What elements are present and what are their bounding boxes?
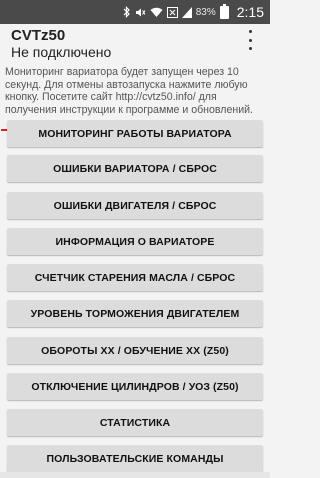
custom-commands-button[interactable]: ПОЛЬЗОВАТЕЛЬСКИЕ КОМАНДЫ: [7, 445, 263, 472]
cvt-info-button[interactable]: ИНФОРМАЦИЯ О ВАРИАТОРЕ: [7, 228, 263, 255]
idle-rpm-button[interactable]: ОБОРОТЫ ХХ / ОБУЧЕНИЕ ХХ (Z50): [7, 337, 263, 364]
network-icon: [166, 6, 178, 18]
signal-icon: [181, 6, 192, 18]
info-text: Мониторинг вариатора будет запущен через…: [5, 66, 253, 116]
app-bar: CVTz50 Не подключено: [0, 24, 270, 65]
cvt-errors-button[interactable]: ОШИБКИ ВАРИАТОРА / СБРОС: [7, 155, 263, 182]
monitoring-button[interactable]: МОНИТОРИНГ РАБОТЫ ВАРИАТОРА: [7, 120, 263, 147]
wifi-icon: [150, 7, 163, 17]
clock: 2:15: [236, 4, 264, 20]
cylinder-shutoff-button[interactable]: ОТКЛЮЧЕНИЕ ЦИЛИНДРОВ / УОЗ (Z50): [7, 373, 263, 400]
statistics-button[interactable]: СТАТИСТИКА: [7, 409, 263, 436]
battery-icon: [219, 3, 229, 19]
bottom-edge: [0, 472, 270, 478]
status-icons: 83% 2:15: [123, 0, 264, 24]
oil-counter-button[interactable]: СЧЕТЧИК СТАРЕНИЯ МАСЛА / СБРОС: [7, 264, 263, 291]
engine-braking-button[interactable]: УРОВЕНЬ ТОРМОЖЕНИЯ ДВИГАТЕЛЕМ: [7, 300, 263, 327]
mute-icon: [135, 8, 146, 16]
engine-errors-button[interactable]: ОШИБКИ ДВИГАТЕЛЯ / СБРОС: [7, 192, 263, 219]
connection-status: Не подключено: [11, 44, 112, 60]
overflow-menu-icon[interactable]: [246, 30, 254, 50]
battery-percent: 83%: [195, 6, 216, 18]
app-title: CVTz50: [11, 27, 66, 44]
bluetooth-icon: [123, 6, 130, 18]
status-bar: 83% 2:15: [0, 0, 270, 24]
